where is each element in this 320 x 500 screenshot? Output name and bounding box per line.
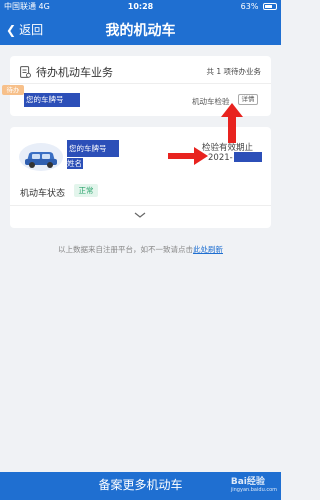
pending-count: 共 1 项待办业务 xyxy=(206,67,261,76)
data-source-note: 以上数据来自注册平台，如不一致请点击此处刷新 xyxy=(0,244,281,255)
vehicle-owner-name: 姓名 xyxy=(67,158,83,169)
document-icon xyxy=(20,66,31,78)
data-source-text: 以上数据来自注册平台，如不一致请点击 xyxy=(58,245,193,254)
page-title: 我的机动车 xyxy=(105,23,176,39)
car-icon xyxy=(19,143,63,171)
status-bar: 中国联通 4G 10:28 63% xyxy=(0,0,281,13)
pending-plate-number: 您的车牌号 xyxy=(24,93,80,107)
nav-bar: ❮ 返回 我的机动车 xyxy=(0,14,281,45)
clock: 10:28 xyxy=(127,2,154,11)
pending-title: 待办机动车业务 xyxy=(36,66,113,79)
watermark-url: jingyan.baidu.com xyxy=(230,487,277,493)
pending-header: 待办机动车业务 xyxy=(20,64,113,80)
app-header: 中国联通 4G 10:28 63% ❮ 返回 我的机动车 xyxy=(0,0,281,45)
pending-tag: 待办 xyxy=(2,85,24,95)
inspection-expiry-date: 2021- xyxy=(208,153,233,163)
vehicle-status-label: 机动车状态 xyxy=(20,189,66,199)
divider xyxy=(10,205,271,206)
battery-percent: 63% xyxy=(240,2,259,11)
baidu-watermark: Bai经验 jingyan.baidu.com xyxy=(231,474,277,493)
chevron-down-icon[interactable] xyxy=(134,210,146,220)
refresh-link[interactable]: 此处刷新 xyxy=(193,245,223,254)
divider xyxy=(10,83,271,84)
vehicle-plate-number: 您的车牌号 xyxy=(67,140,119,157)
right-arrow-annotation xyxy=(168,147,208,165)
battery-info: 63% xyxy=(241,0,277,13)
battery-icon xyxy=(263,3,277,10)
inspection-date-mask xyxy=(234,152,262,162)
vehicle-status-badge: 正常 xyxy=(74,184,98,197)
watermark-text: Bai经验 xyxy=(230,477,265,487)
up-arrow-annotation xyxy=(221,103,243,143)
